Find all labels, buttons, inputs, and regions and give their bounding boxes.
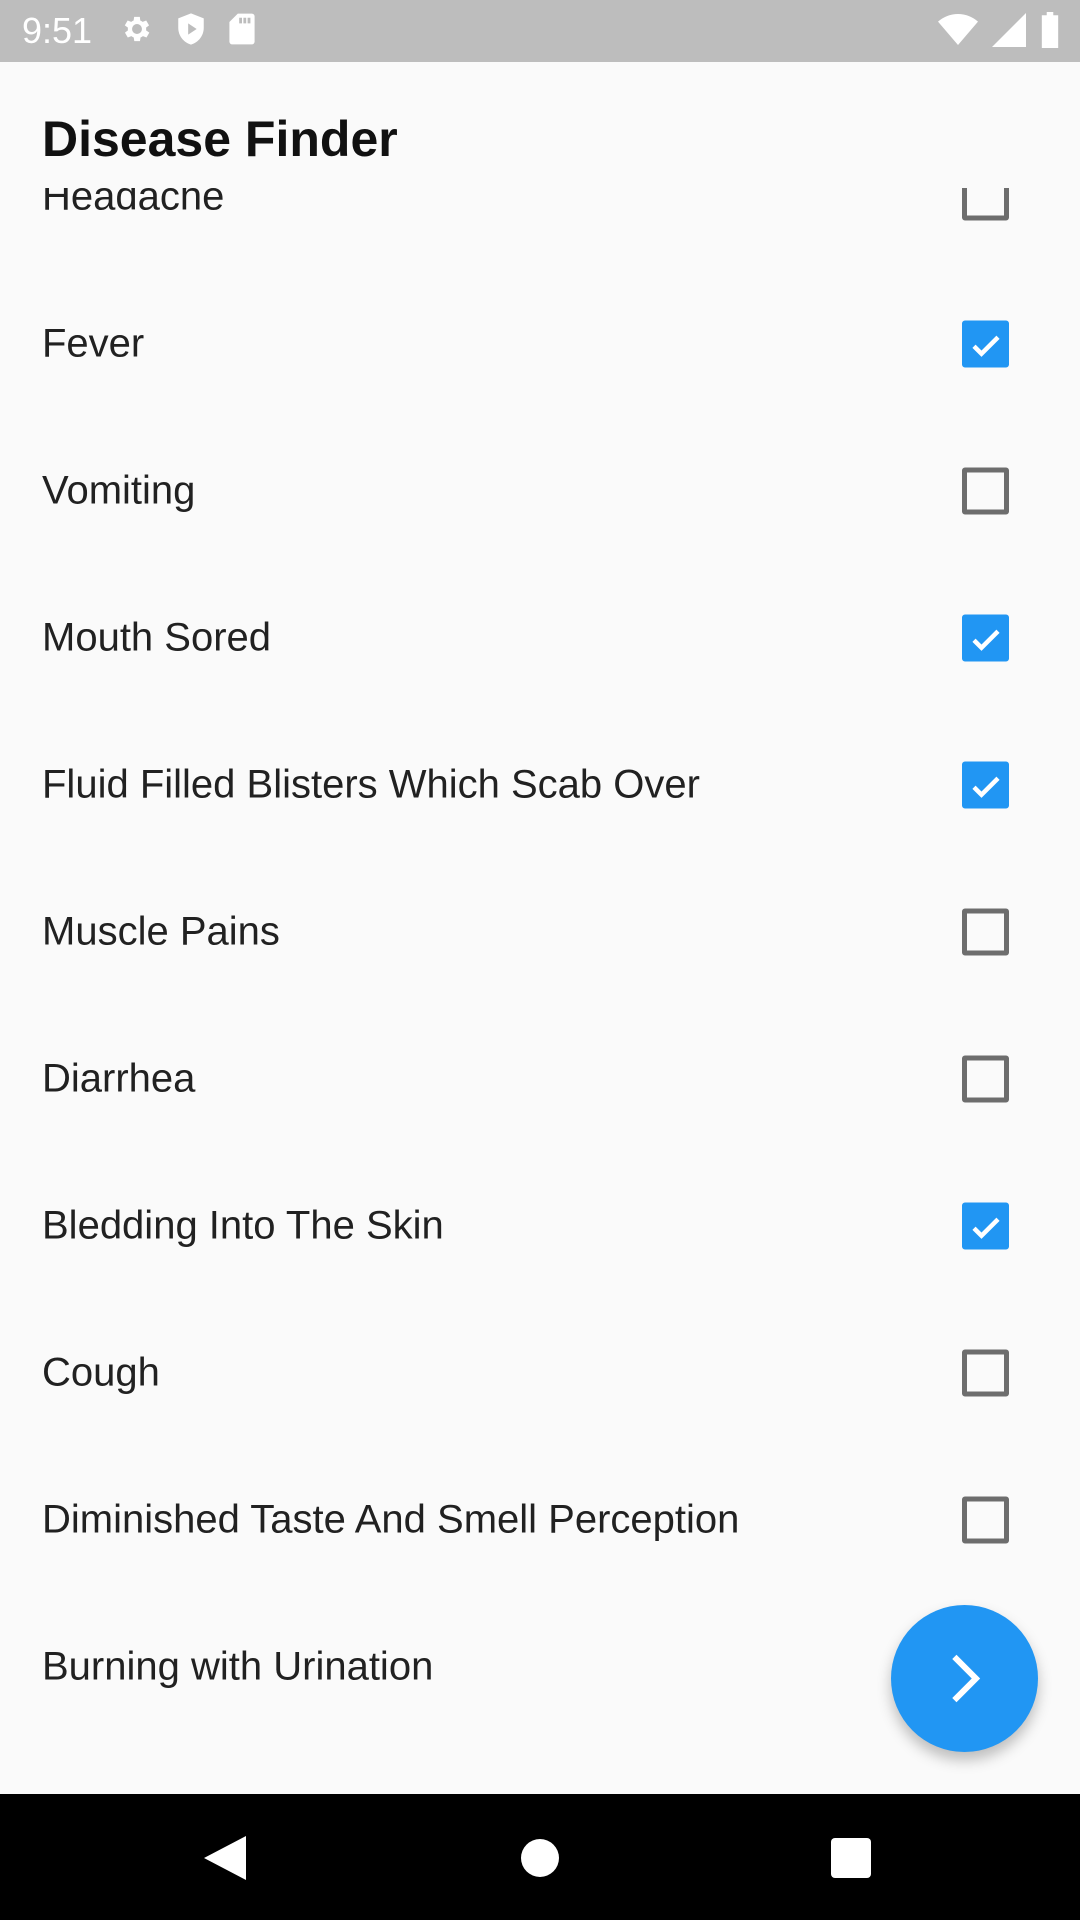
symptom-label: Fever [42,321,145,365]
symptom-label: Mouth Sored [42,615,272,659]
chevron-right-icon [952,1654,981,1703]
symptom-checkbox[interactable] [962,761,1009,808]
check-icon [972,776,1000,798]
list-item[interactable]: Vomiting [0,417,1080,564]
recents-icon[interactable] [831,1838,871,1878]
symptom-label: Diarrhea [42,1056,196,1100]
symptom-label: Headache [42,188,225,218]
next-button[interactable] [891,1605,1038,1752]
list-item[interactable]: Muscle Pains [0,858,1080,1005]
list-item[interactable]: Bledding Into The Skin [0,1152,1080,1299]
symptom-checkbox[interactable] [962,188,1009,220]
symptom-checkbox[interactable] [962,467,1009,514]
wifi-icon [938,13,978,47]
sd-card-icon [228,12,256,46]
symptom-label: Fluid Filled Blisters Which Scab Over [42,762,700,806]
status-time: 9:51 [22,10,93,51]
list-item[interactable]: Fever [0,270,1080,417]
shield-icon [176,12,206,46]
back-icon[interactable] [204,1836,246,1880]
check-icon [972,629,1000,651]
list-item[interactable]: Diminished Taste And Smell Perception [0,1446,1080,1593]
symptom-label: Cough [42,1350,160,1394]
symptom-checkbox[interactable] [962,1349,1009,1396]
symptom-checkbox[interactable] [962,614,1009,661]
list-item[interactable]: Mouth Sored [0,564,1080,711]
symptom-checkbox[interactable] [962,320,1009,367]
status-bar: 9:51 [0,0,1080,62]
list-item[interactable]: Headache [0,188,1080,270]
symptom-label: Bledding Into The Skin [42,1203,444,1247]
symptom-label: Vomiting [42,468,196,512]
symptom-label: Burning with Urination [42,1644,434,1688]
home-icon[interactable] [520,1838,560,1878]
check-icon [972,1217,1000,1239]
list-item[interactable]: Cough [0,1299,1080,1446]
symptom-label: Muscle Pains [42,909,280,953]
battery-icon [1040,12,1060,48]
symptom-checkbox[interactable] [962,908,1009,955]
symptom-checkbox[interactable] [962,1055,1009,1102]
page-title: Disease Finder [42,111,398,167]
symptom-checkbox[interactable] [962,1202,1009,1249]
list-item[interactable]: Diarrhea [0,1005,1080,1152]
app-header: Disease Finder [0,62,1080,208]
gear-icon [120,12,154,46]
symptom-list[interactable]: Headache Fever Vomiting Mouth Sored Flui… [0,188,1080,1794]
symptom-checkbox[interactable] [962,1496,1009,1543]
symptom-label: Diminished Taste And Smell Perception [42,1497,740,1541]
check-icon [972,335,1000,357]
signal-icon [992,13,1026,47]
navigation-bar [0,1794,1080,1920]
list-item[interactable]: Fluid Filled Blisters Which Scab Over [0,711,1080,858]
